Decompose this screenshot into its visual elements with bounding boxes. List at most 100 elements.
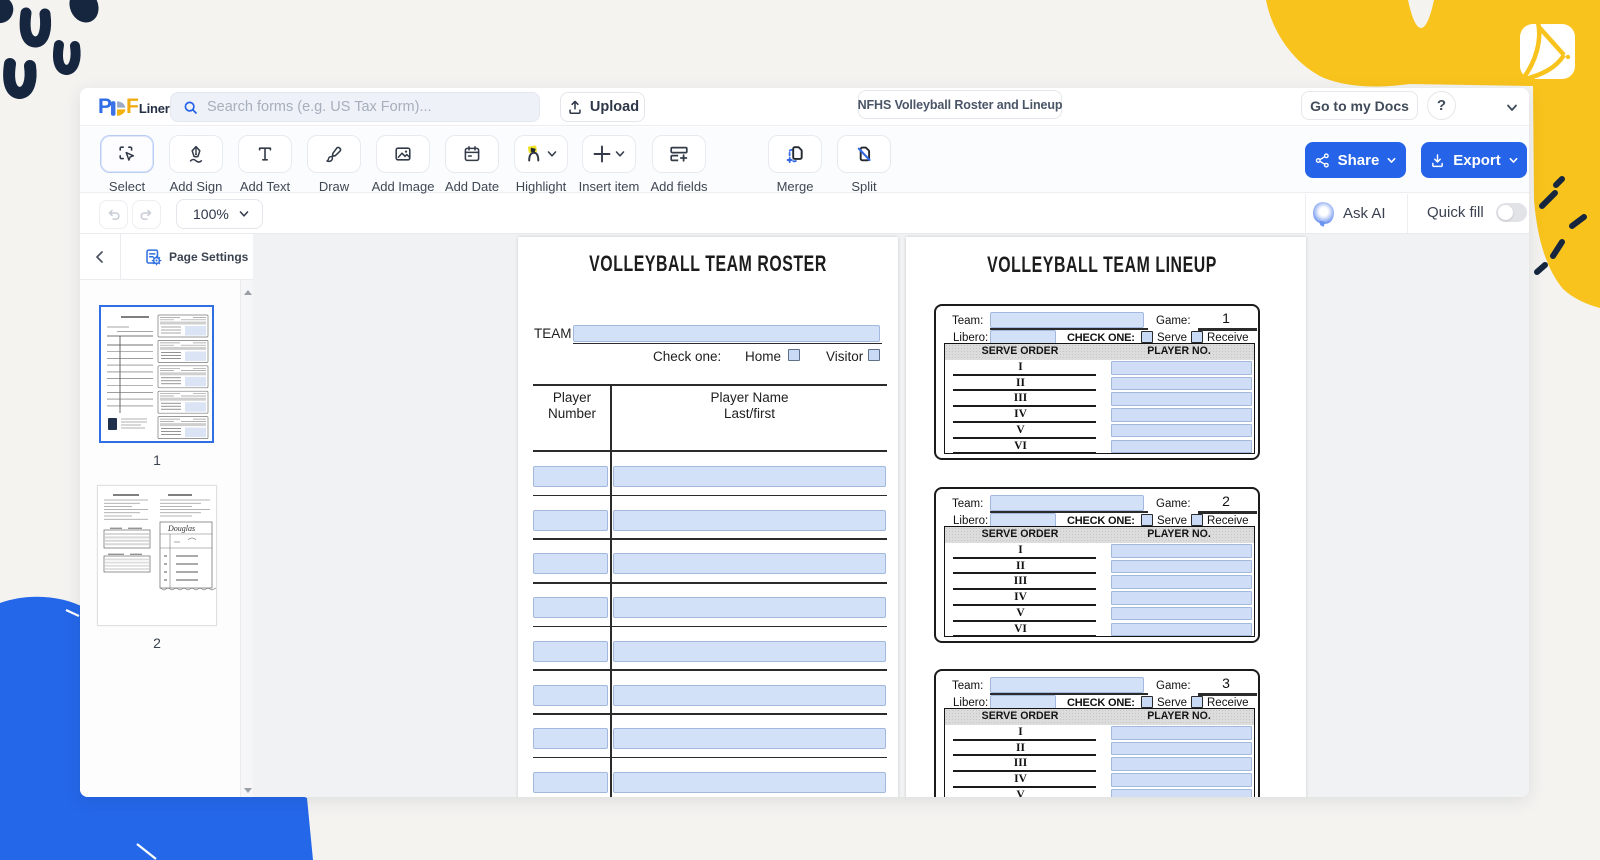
tool-select-button[interactable]: Select [100,135,154,173]
receive-checkbox[interactable] [1191,331,1203,343]
player-name-field[interactable] [613,553,886,574]
tool-label: Highlight [516,179,567,194]
tool-add-image-box [376,135,430,173]
player-no-field[interactable] [1111,742,1252,756]
player-no-field[interactable] [1111,623,1252,637]
document-title[interactable]: NFHS Volleyball Roster and Lineup [858,90,1062,119]
tool-label: Split [851,179,876,194]
visitor-checkbox[interactable] [868,349,880,361]
player-name-field[interactable] [613,466,886,487]
pdf-page-roster[interactable]: VOLLEYBALL TEAM ROSTER TEAM Check one: H… [518,237,898,797]
player-no-field[interactable] [1111,726,1252,740]
team-field[interactable] [573,325,880,342]
upload-button[interactable]: Upload [560,92,645,122]
serve-order-numeral: IV [953,408,1088,420]
player-no-field[interactable] [1111,392,1252,406]
serve-checkbox[interactable] [1141,514,1153,526]
help-button[interactable]: ? [1427,91,1456,120]
player-no-field[interactable] [1111,575,1252,589]
team-label: TEAM [534,326,572,341]
player-no-field[interactable] [1111,607,1252,621]
player-no-field[interactable] [1111,757,1252,771]
lineup-team-field[interactable] [990,312,1144,328]
zoom-select[interactable]: 100% [176,199,263,229]
tool-split-button[interactable]: Split [837,135,891,173]
player-no-field[interactable] [1111,424,1252,438]
tool-draw-box [307,135,361,173]
tool-add-text-button[interactable]: Add Text [238,135,292,173]
undo-button[interactable] [99,200,128,229]
row-line [533,495,887,497]
ask-ai-button[interactable]: Ask AI [1313,202,1386,224]
player-number-field[interactable] [533,772,608,793]
player-number-field[interactable] [533,553,608,574]
tool-add-image-button[interactable]: Add Image [376,135,430,173]
pdfliner-logo[interactable]: P F Liner [98,95,170,119]
player-no-field[interactable] [1111,591,1252,605]
player-name-field[interactable] [613,510,886,531]
serve-order-table: SERVE ORDER PLAYER NO.I II III IV V VI [944,343,1255,454]
player-number-field[interactable] [533,728,608,749]
split-icon [854,144,874,164]
quick-fill-control: Quick fill [1427,203,1527,222]
page-number-2: 2 [97,635,217,651]
lineup-title: VOLLEYBALL TEAM LINEUP [958,252,1246,278]
player-no-field[interactable] [1111,773,1252,787]
serve-checkbox[interactable] [1141,696,1153,708]
home-checkbox[interactable] [788,349,800,361]
export-button[interactable]: Export [1421,142,1527,178]
player-no-field[interactable] [1111,408,1252,422]
player-number-field[interactable] [533,597,608,618]
tool-highlight-button[interactable]: Highlight [514,135,568,173]
tool-add-date-button[interactable]: Add Date [445,135,499,173]
serve-checkbox[interactable] [1141,331,1153,343]
player-number-field[interactable] [533,466,608,487]
tool-label: Merge [777,179,814,194]
player-no-field[interactable] [1111,544,1252,558]
go-to-my-docs-button[interactable]: Go to my Docs [1301,91,1418,120]
player-name-field[interactable] [613,728,886,749]
player-no-field[interactable] [1111,789,1252,797]
player-no-field[interactable] [1111,377,1252,391]
player-name-field[interactable] [613,641,886,662]
export-chevron-down-icon [1508,155,1519,166]
tool-merge-button[interactable]: Merge [768,135,822,173]
player-no-field[interactable] [1111,440,1252,454]
serve-order-numeral: V [953,607,1088,619]
tool-add-sign-button[interactable]: Add Sign [169,135,223,173]
page-thumbnail-2[interactable]: Douglas [97,485,217,626]
chevron-down-icon [546,148,558,160]
receive-checkbox[interactable] [1191,514,1203,526]
header-chevron-down-icon[interactable] [1505,101,1519,115]
player-number-field[interactable] [533,510,608,531]
col2-header: Player Name [613,390,886,405]
player-name-field[interactable] [613,772,886,793]
pdf-page-lineup[interactable]: VOLLEYBALL TEAM LINEUPTeam: Game: 1 Libe… [906,237,1306,797]
tool-add-fields-button[interactable]: Add fields [652,135,706,173]
redo-button[interactable] [132,200,161,229]
receive-checkbox[interactable] [1191,696,1203,708]
player-name-field[interactable] [613,597,886,618]
player-name-field[interactable] [613,685,886,706]
tool-insert-item-button[interactable]: Insert item [582,135,636,173]
player-no-field[interactable] [1111,560,1252,574]
serve-order-line [953,572,1096,574]
page-settings-tab[interactable]: Page Settings [121,234,253,280]
share-button[interactable]: Share [1305,142,1406,178]
tool-draw-button[interactable]: Draw [307,135,361,173]
player-number-field[interactable] [533,641,608,662]
serve-order-numeral: I [953,544,1088,556]
quick-fill-toggle[interactable] [1496,203,1527,222]
lineup-team-field[interactable] [990,677,1144,693]
page-thumbnail-1[interactable] [99,305,214,443]
serve-order-header: SERVE ORDER [948,345,1092,357]
row-line [533,669,887,671]
scroll-up-icon[interactable] [244,290,252,295]
sidebar-scrollbar[interactable] [240,280,253,797]
lineup-team-field[interactable] [990,495,1144,511]
player-no-field[interactable] [1111,361,1252,375]
player-number-field[interactable] [533,685,608,706]
search-input[interactable]: Search forms (e.g. US Tax Form)... [170,92,540,122]
collapse-sidebar-button[interactable] [80,234,121,280]
scroll-down-icon[interactable] [244,788,252,793]
